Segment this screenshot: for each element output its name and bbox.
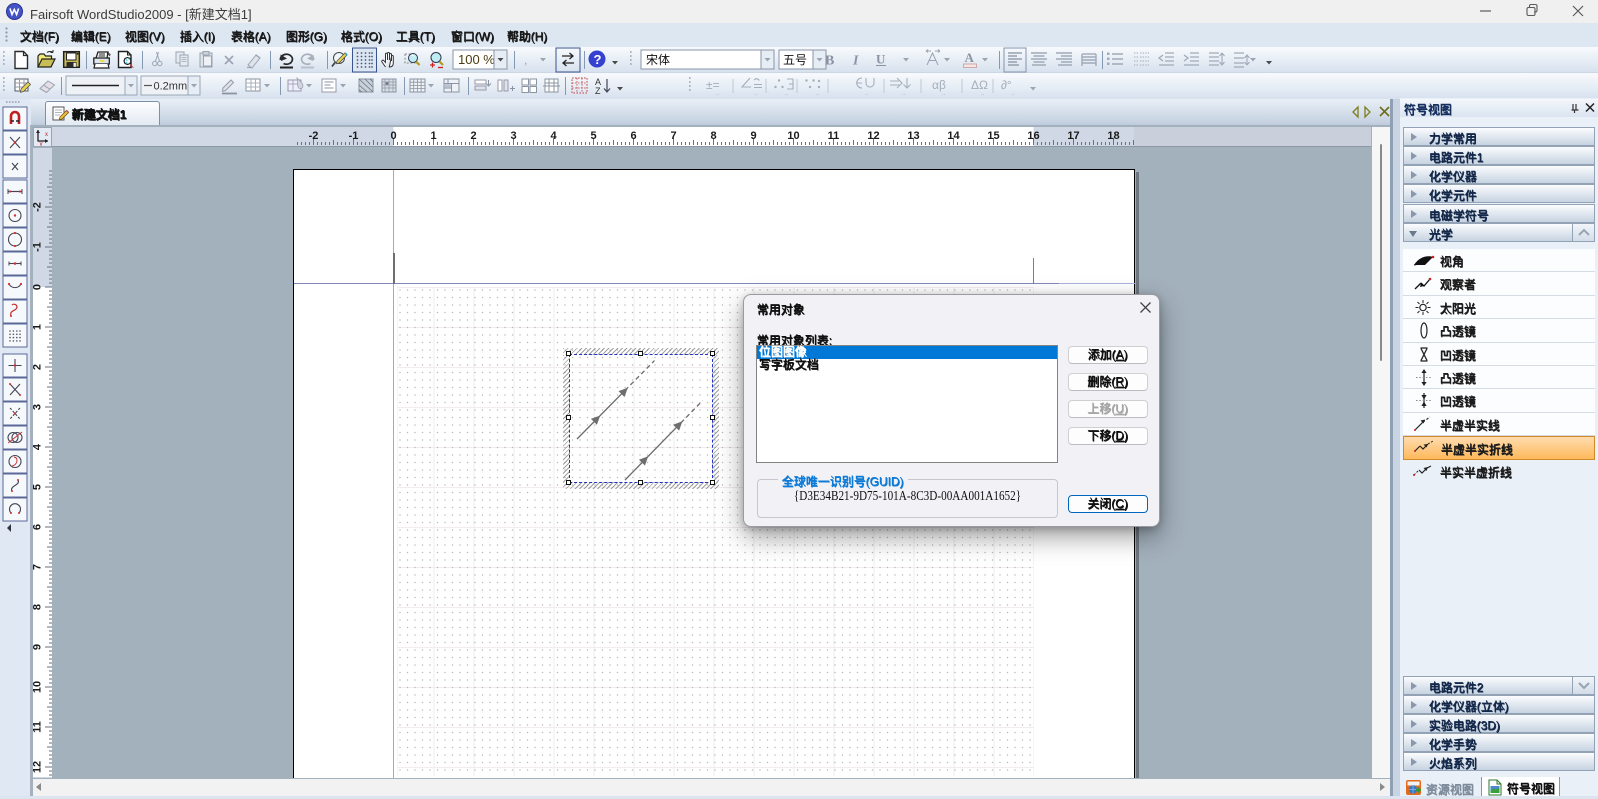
svg-text:ΔΩ: ΔΩ xyxy=(971,78,988,92)
svg-text:5: 5 xyxy=(33,484,44,490)
svg-text:10: 10 xyxy=(787,130,799,142)
svg-text:A: A xyxy=(965,50,975,65)
svg-text:2: 2 xyxy=(470,130,476,142)
svg-text:8: 8 xyxy=(710,130,716,142)
svg-text:U: U xyxy=(876,52,886,67)
svg-text:x: x xyxy=(45,132,48,138)
svg-text:..: .. xyxy=(816,91,820,97)
svg-text:12: 12 xyxy=(33,761,44,773)
svg-text:0: 0 xyxy=(390,130,396,142)
svg-text:8: 8 xyxy=(33,604,44,610)
svg-text:9: 9 xyxy=(750,130,756,142)
svg-text:4: 4 xyxy=(550,130,557,142)
svg-text:五号: 五号 xyxy=(783,53,807,67)
svg-text:10: 10 xyxy=(33,681,44,693)
svg-text:B: B xyxy=(825,54,834,69)
svg-text:9: 9 xyxy=(33,644,44,650)
svg-text:3: 3 xyxy=(510,130,516,142)
svg-text:6: 6 xyxy=(33,524,44,530)
svg-text:7: 7 xyxy=(670,130,676,142)
svg-text:-1: -1 xyxy=(33,242,44,252)
svg-text:15: 15 xyxy=(987,130,999,142)
svg-text:1: 1 xyxy=(33,324,44,330)
svg-text:?: ? xyxy=(594,52,602,67)
svg-text:100 %: 100 % xyxy=(458,52,495,67)
svg-text:..: .. xyxy=(1011,91,1015,97)
svg-text:11: 11 xyxy=(33,721,44,733)
svg-text:-2: -2 xyxy=(309,130,319,142)
svg-text:14: 14 xyxy=(947,130,960,142)
svg-text:..: .. xyxy=(902,91,906,97)
svg-text:7: 7 xyxy=(33,564,44,570)
svg-text:..: .. xyxy=(981,91,985,97)
svg-text:..: .. xyxy=(942,91,946,97)
svg-text:17: 17 xyxy=(1067,130,1079,142)
svg-text:Z: Z xyxy=(595,86,601,96)
svg-text:∂°: ∂° xyxy=(1001,78,1012,92)
svg-text:18: 18 xyxy=(1107,130,1119,142)
svg-text:±=: ±= xyxy=(706,78,720,92)
svg-text:11: 11 xyxy=(828,130,840,142)
svg-text:3: 3 xyxy=(33,404,44,410)
svg-text:13: 13 xyxy=(907,130,919,142)
svg-text:0: 0 xyxy=(33,284,44,290)
svg-text:1: 1 xyxy=(430,130,436,142)
svg-text:宋体: 宋体 xyxy=(646,52,670,67)
svg-text:-1: -1 xyxy=(349,130,359,142)
svg-text:y: y xyxy=(40,142,43,147)
svg-text:-2: -2 xyxy=(33,202,44,212)
svg-text:..: .. xyxy=(785,91,789,97)
svg-text:..: .. xyxy=(716,91,720,97)
svg-text:..: .. xyxy=(754,91,758,97)
svg-text:12: 12 xyxy=(867,130,879,142)
svg-text:0.2mm: 0.2mm xyxy=(154,81,188,93)
svg-text:,: , xyxy=(524,53,527,67)
svg-text:16: 16 xyxy=(1027,130,1039,142)
svg-text:4: 4 xyxy=(33,443,44,450)
svg-text:6: 6 xyxy=(630,130,636,142)
svg-text:..: .. xyxy=(865,91,869,97)
svg-text:I: I xyxy=(852,54,859,69)
svg-text:αβ: αβ xyxy=(932,78,946,92)
svg-text:2: 2 xyxy=(33,364,44,370)
svg-text:5: 5 xyxy=(590,130,596,142)
